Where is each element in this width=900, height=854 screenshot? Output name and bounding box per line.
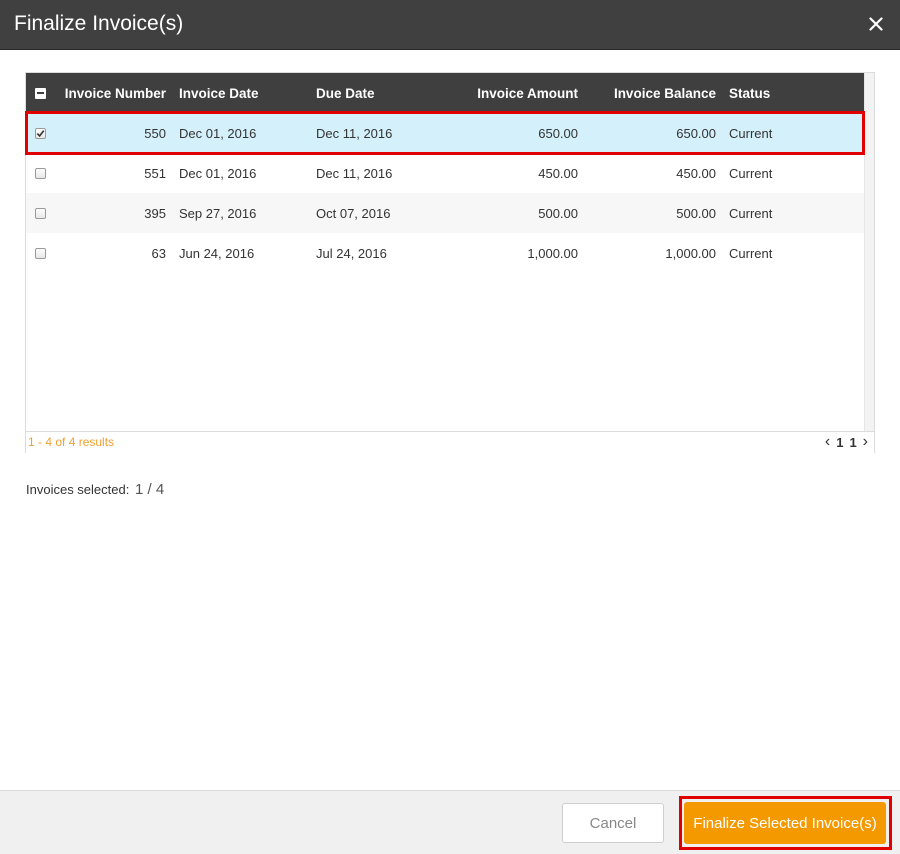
check-icon (34, 127, 46, 139)
cancel-button[interactable]: Cancel (562, 803, 664, 843)
grid-pager-bar: 1 - 4 of 4 results ‹ 1 1 › (26, 431, 874, 453)
grid-header: Invoice Number Invoice Date Due Date Inv… (26, 73, 864, 113)
cell-invoice-balance: 650.00 (676, 125, 716, 141)
cell-invoice-number: 395 (144, 205, 166, 221)
invoice-grid: Invoice Number Invoice Date Due Date Inv… (25, 72, 875, 453)
current-page[interactable]: 1 (836, 435, 843, 450)
results-count: 1 - 4 of 4 results (28, 435, 115, 449)
dialog-titlebar: Finalize Invoice(s) (0, 0, 900, 50)
table-row[interactable]: 551 Dec 01, 2016 Dec 11, 2016 450.00 450… (26, 153, 864, 193)
cell-due-date: Dec 11, 2016 (316, 125, 393, 141)
grid-body: 550 Dec 01, 2016 Dec 11, 2016 650.00 650… (26, 113, 864, 273)
column-header-status[interactable]: Status (729, 73, 829, 113)
chevron-left-icon[interactable]: ‹ (825, 433, 830, 451)
cell-invoice-amount: 650.00 (538, 125, 578, 141)
dialog-title: Finalize Invoice(s) (14, 12, 184, 35)
row-checkbox[interactable] (26, 193, 54, 233)
cell-invoice-date: Jun 24, 2016 (179, 245, 255, 261)
row-checkbox[interactable] (26, 113, 54, 153)
table-row[interactable]: 63 Jun 24, 2016 Jul 24, 2016 1,000.00 1,… (26, 233, 864, 273)
column-header-invoice-balance[interactable]: Invoice Balance (578, 73, 716, 113)
column-header-due-date[interactable]: Due Date (316, 73, 446, 113)
row-checkbox[interactable] (26, 153, 54, 193)
cell-invoice-amount: 450.00 (538, 165, 578, 181)
row-checkbox[interactable] (26, 233, 54, 273)
total-pages[interactable]: 1 (849, 435, 856, 450)
cell-invoice-balance: 1,000.00 (665, 245, 716, 261)
cell-invoice-date: Dec 01, 2016 (179, 125, 257, 141)
cell-due-date: Dec 11, 2016 (316, 165, 393, 181)
cell-invoice-balance: 500.00 (676, 205, 716, 221)
table-row[interactable]: 395 Sep 27, 2016 Oct 07, 2016 500.00 500… (26, 193, 864, 233)
select-all-checkbox[interactable] (26, 73, 54, 113)
cell-invoice-amount: 500.00 (538, 205, 578, 221)
column-header-invoice-amount[interactable]: Invoice Amount (446, 73, 578, 113)
table-row[interactable]: 550 Dec 01, 2016 Dec 11, 2016 650.00 650… (26, 113, 864, 153)
cell-invoice-date: Sep 27, 2016 (179, 205, 257, 221)
cell-invoice-number: 551 (144, 165, 166, 181)
column-header-invoice-date[interactable]: Invoice Date (179, 73, 309, 113)
cell-invoice-number: 63 (151, 245, 166, 261)
cell-invoice-date: Dec 01, 2016 (179, 165, 257, 181)
cell-status: Current (729, 125, 773, 141)
pager: ‹ 1 1 › (825, 433, 868, 451)
cell-due-date: Oct 07, 2016 (316, 205, 391, 221)
cell-status: Current (729, 165, 773, 181)
cell-invoice-balance: 450.00 (676, 165, 716, 181)
selection-count: 1 / 4 (134, 481, 165, 498)
cell-status: Current (729, 205, 773, 221)
selection-label: Invoices selected: (26, 482, 130, 497)
cell-invoice-amount: 1,000.00 (527, 245, 578, 261)
vertical-scrollbar[interactable] (864, 73, 874, 431)
cell-status: Current (729, 245, 773, 261)
column-header-invoice-number[interactable]: Invoice Number (54, 73, 166, 113)
finalize-selected-button[interactable]: Finalize Selected Invoice(s) (684, 802, 886, 844)
close-icon[interactable] (864, 12, 888, 36)
dialog-footer: Cancel Finalize Selected Invoice(s) (0, 790, 900, 854)
chevron-right-icon[interactable]: › (863, 433, 868, 451)
cell-due-date: Jul 24, 2016 (316, 245, 387, 261)
selection-summary: Invoices selected: 1 / 4 (26, 481, 164, 498)
cell-invoice-number: 550 (144, 125, 166, 141)
